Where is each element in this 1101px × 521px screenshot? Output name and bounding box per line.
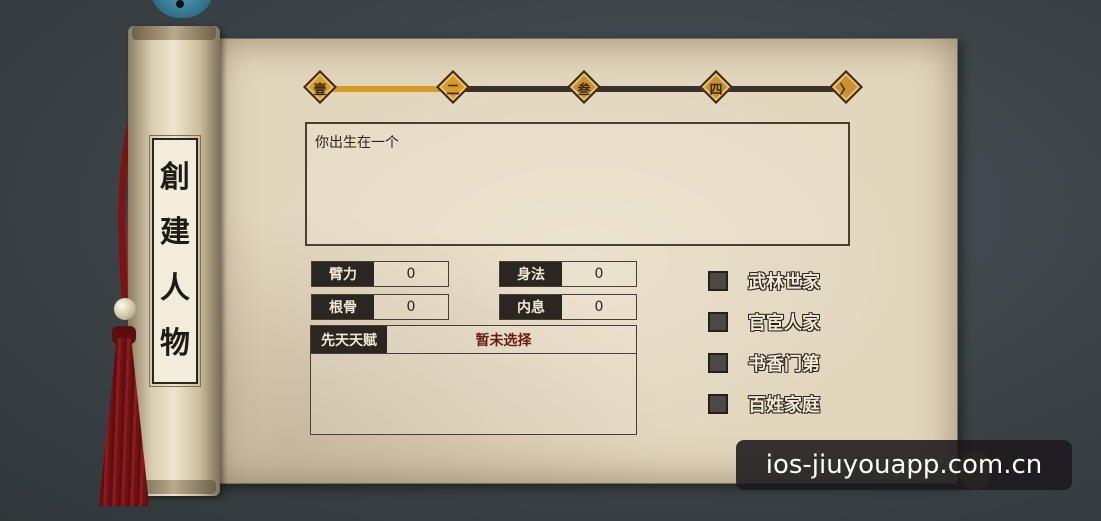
family-option-scholar[interactable]: 书香门第: [708, 350, 820, 376]
page-title: 創 建 人 物: [149, 135, 201, 387]
attribute-value: 0: [406, 266, 416, 282]
family-option-martial[interactable]: 武林世家: [708, 268, 820, 294]
checkbox[interactable]: [708, 312, 728, 332]
attribute-label: 臂力: [312, 262, 374, 286]
title-char: 建: [160, 215, 190, 251]
checkbox[interactable]: [708, 394, 728, 414]
attribute-value: 0: [406, 299, 416, 315]
option-label: 书香门第: [748, 354, 820, 375]
story-text-box: 你出生在一个: [305, 122, 850, 246]
title-char: 人: [160, 270, 190, 306]
title-char: 物: [160, 326, 190, 362]
progress-fill: [320, 86, 453, 92]
title-char: 創: [160, 159, 190, 195]
option-label: 武林世家: [748, 272, 820, 293]
jade-bead: [114, 298, 136, 320]
attribute-value: 0: [594, 299, 604, 315]
attribute-label: 身法: [500, 262, 562, 286]
checkbox[interactable]: [708, 353, 728, 373]
attribute-strength: 臂力 0: [311, 261, 449, 287]
attribute-label: 内息: [500, 295, 562, 319]
talent-panel[interactable]: 先天天赋 暂未选择: [310, 325, 637, 435]
attribute-agility: 身法 0: [499, 261, 637, 287]
attribute-constitution: 根骨 0: [311, 294, 449, 320]
scroll-rod-cap-top: [132, 26, 216, 40]
family-option-commoner[interactable]: 百姓家庭: [708, 391, 820, 417]
bird-eye: [176, 0, 184, 8]
story-text: 你出生在一个: [315, 135, 399, 151]
attribute-label: 根骨: [312, 295, 374, 319]
attribute-inner-breath: 内息 0: [499, 294, 637, 320]
watermark: ios-jiuyouapp.com.cn: [736, 440, 1072, 490]
family-option-official[interactable]: 官宦人家: [708, 309, 820, 335]
option-label: 官宦人家: [748, 313, 820, 334]
checkbox[interactable]: [708, 271, 728, 291]
talent-header: 先天天赋 暂未选择: [311, 326, 636, 354]
option-label: 百姓家庭: [748, 395, 820, 416]
talent-label: 先天天赋: [311, 326, 387, 353]
attribute-value: 0: [594, 266, 604, 282]
talent-value: 暂未选择: [475, 332, 532, 349]
